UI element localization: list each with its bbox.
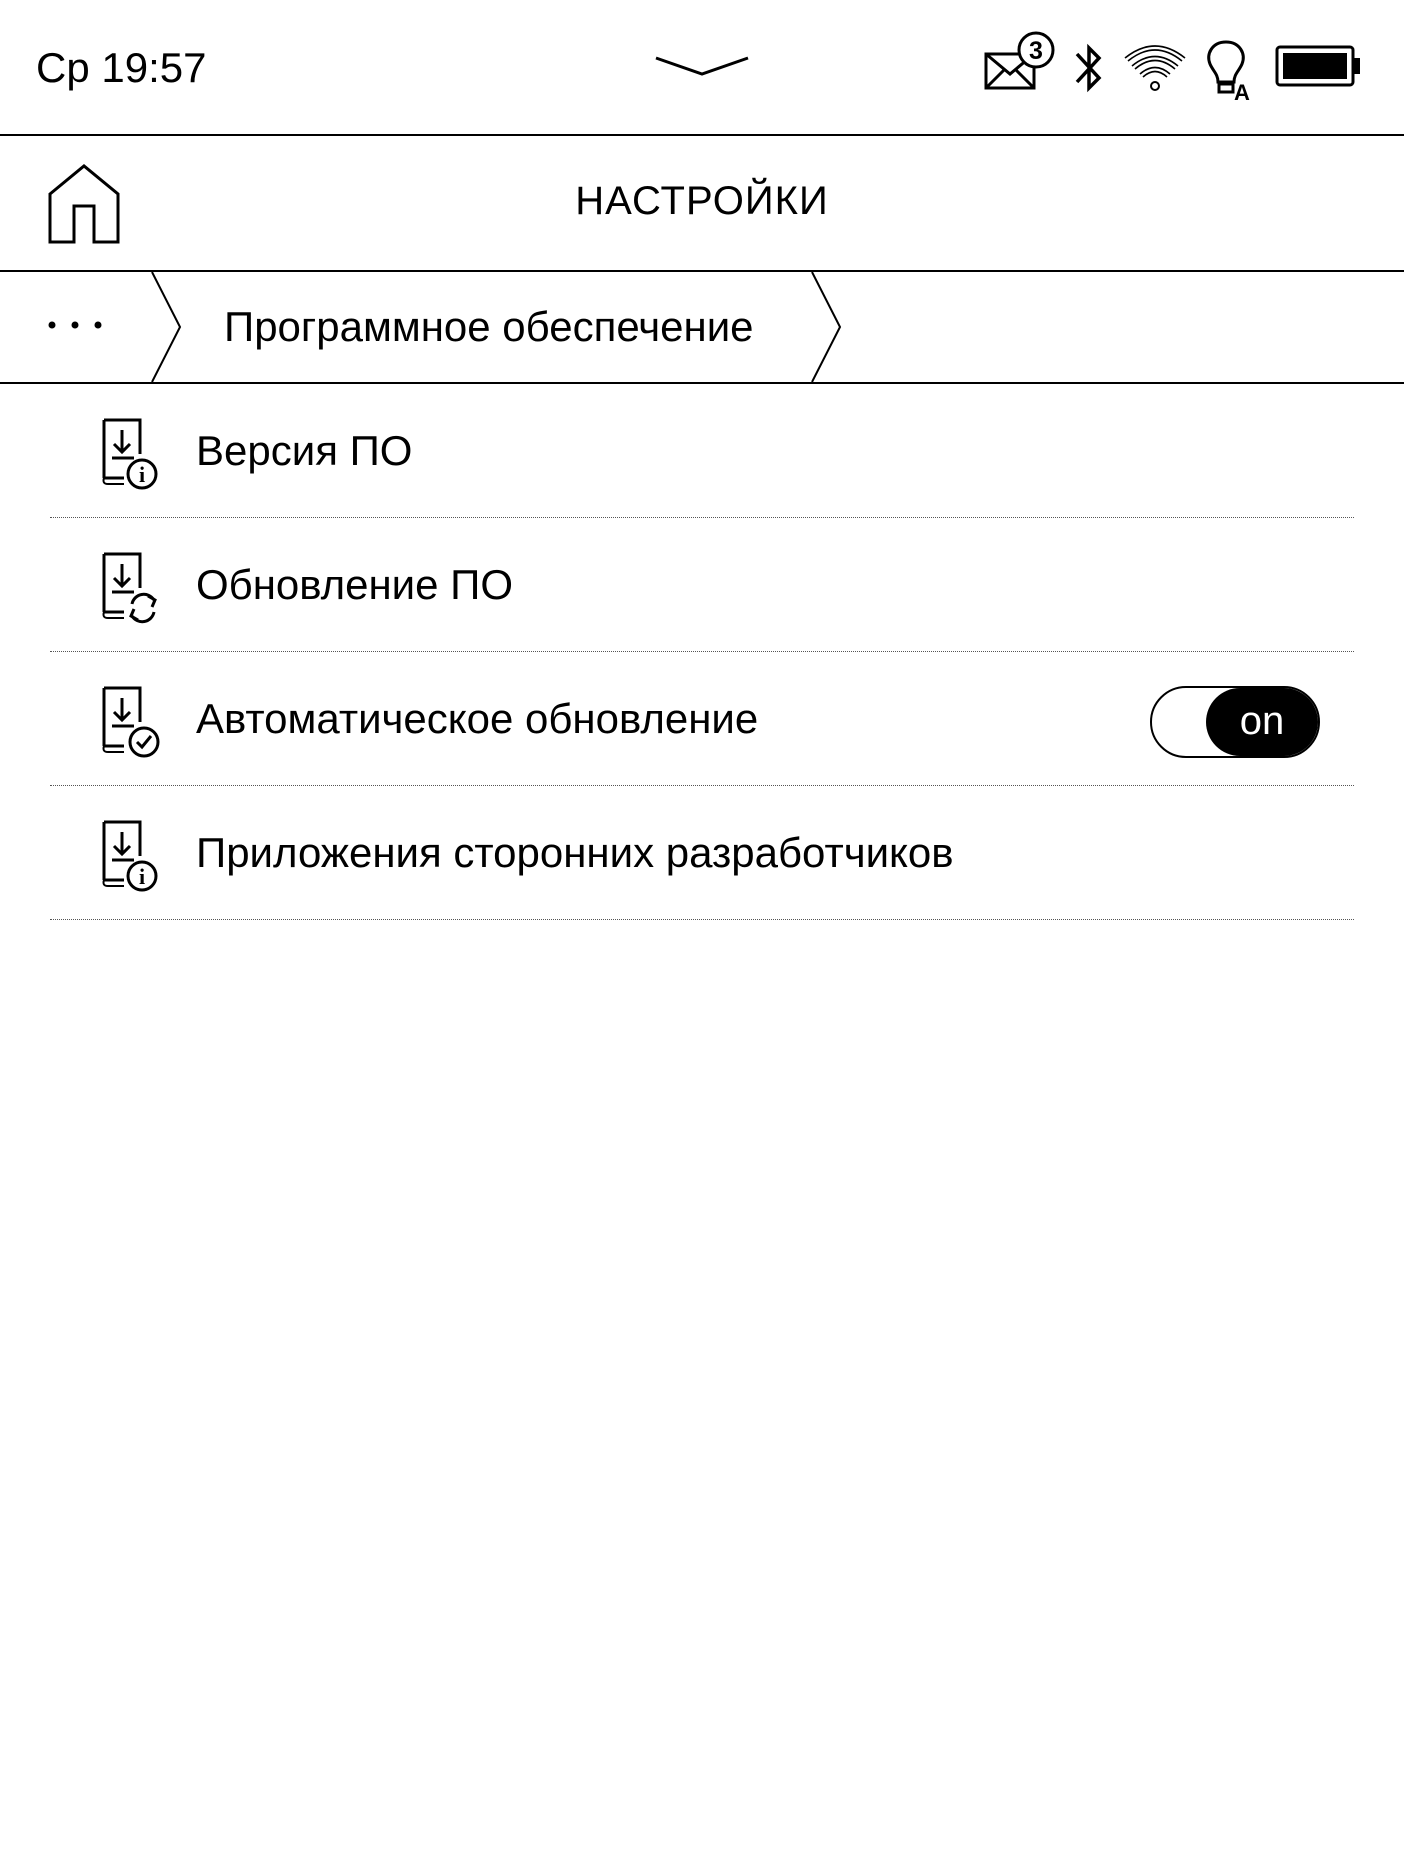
frontlight-auto-icon[interactable]: A xyxy=(1204,38,1266,102)
svg-text:i: i xyxy=(139,462,145,487)
software-auto-update-icon xyxy=(102,686,160,758)
header: НАСТРОЙКИ xyxy=(0,136,1404,272)
list-item-auto-update[interactable]: Автоматическое обновление on xyxy=(50,652,1354,786)
svg-text:i: i xyxy=(139,864,145,889)
list-item-software-update[interactable]: Обновление ПО xyxy=(50,518,1354,652)
software-update-icon xyxy=(102,552,157,624)
breadcrumb-separator-icon xyxy=(151,272,182,382)
breadcrumb-separator-icon xyxy=(811,272,842,382)
settings-list: i Версия ПО Обновление ПО Автоматическое… xyxy=(50,384,1354,920)
status-time: Ср 19:57 xyxy=(36,44,207,91)
wifi-icon[interactable] xyxy=(1122,40,1188,94)
list-item-third-party-apps[interactable]: i Приложения сторонних разработчиков xyxy=(50,786,1354,920)
breadcrumb-current[interactable]: Программное обеспечение xyxy=(224,302,754,352)
auto-update-toggle[interactable]: on xyxy=(1150,686,1320,758)
software-info-icon: i xyxy=(102,418,158,490)
list-item-software-version[interactable]: i Версия ПО xyxy=(50,384,1354,518)
status-bar: Ср 19:57 3 A xyxy=(0,0,1404,136)
mail-notification[interactable]: 3 xyxy=(984,30,1058,94)
mail-count-badge: 3 xyxy=(1029,37,1043,65)
svg-text:A: A xyxy=(1234,80,1250,102)
software-info-icon: i xyxy=(102,820,158,892)
pulldown-chevron-icon[interactable] xyxy=(652,52,752,82)
item-label: Приложения сторонних разработчиков xyxy=(196,829,954,876)
item-label: Автоматическое обновление xyxy=(196,695,759,742)
ellipsis-icon[interactable] xyxy=(40,310,110,340)
item-label: Версия ПО xyxy=(196,427,413,474)
bluetooth-icon[interactable] xyxy=(1069,38,1109,98)
item-label: Обновление ПО xyxy=(196,561,514,608)
status-icons: 3 A xyxy=(964,0,1404,136)
page-title: НАСТРОЙКИ xyxy=(575,179,829,223)
breadcrumb: Программное обеспечение xyxy=(0,272,1404,384)
toggle-state: on xyxy=(1206,688,1318,756)
battery-icon xyxy=(1275,45,1360,87)
